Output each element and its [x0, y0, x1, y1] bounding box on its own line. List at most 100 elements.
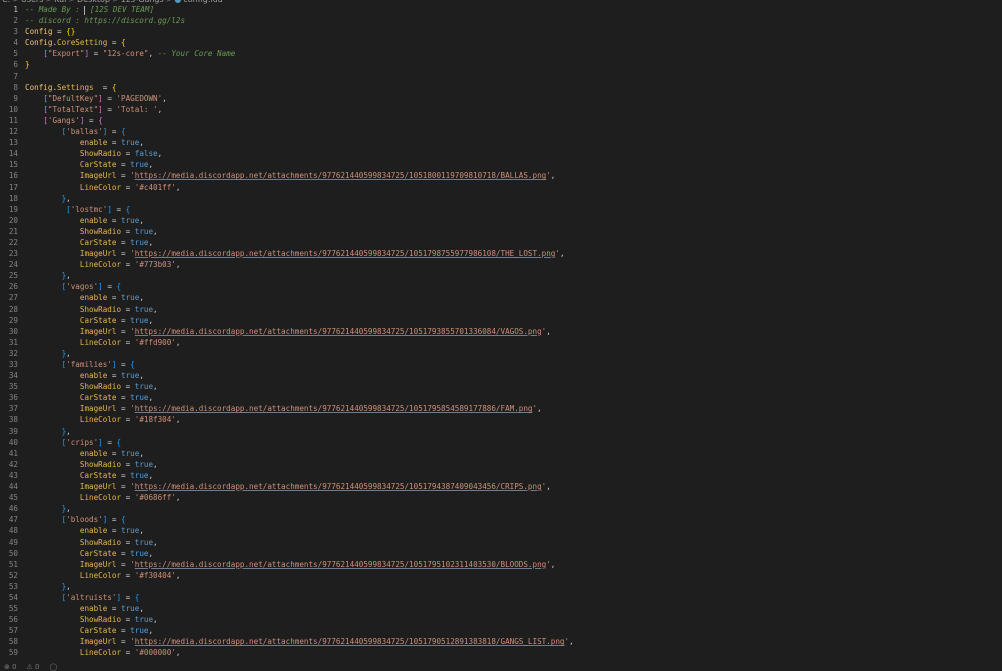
- code-token: 'ballas': [66, 127, 103, 137]
- code-token[interactable]: https://media.discordapp.net/attachments…: [135, 637, 565, 646]
- code-line[interactable]: 59 LineColor = '#000000',: [0, 647, 1002, 658]
- code-line[interactable]: 51 ImageUrl = 'https://media.discordapp.…: [0, 559, 1002, 570]
- line-text: ['lostmc'] = {: [25, 204, 130, 215]
- code-line[interactable]: 41 enable = true,: [0, 448, 1002, 459]
- code-line[interactable]: 8 Config.Settings = {: [0, 82, 1002, 93]
- line-text: -- Made By : [12S DEV TEAM]: [25, 4, 154, 15]
- code-line[interactable]: 58 ImageUrl = 'https://media.discordapp.…: [0, 636, 1002, 647]
- line-text: enable = true,: [25, 292, 144, 303]
- code-line[interactable]: 17 LineColor = '#c401ff',: [0, 182, 1002, 193]
- code-token: ImageUrl: [79, 326, 117, 336]
- code-line[interactable]: 24 LineColor = '#773b03',: [0, 259, 1002, 270]
- warning-icon[interactable]: ⚠ 0: [27, 663, 40, 671]
- code-line[interactable]: 37 ImageUrl = 'https://media.discordapp.…: [0, 403, 1002, 414]
- line-text: ["TotalText"] = 'Total: ',: [25, 104, 162, 115]
- code-token: true: [134, 226, 154, 236]
- error-icon[interactable]: ⊗ 0: [4, 663, 17, 671]
- code-line[interactable]: 42 ShowRadio = true,: [0, 459, 1002, 470]
- code-area[interactable]: 1 -- Made By : [12S DEV TEAM] 2 -- discord …: [0, 4, 1002, 659]
- code-token: ,: [139, 526, 144, 536]
- code-line[interactable]: 56 ShowRadio = true,: [0, 614, 1002, 625]
- code-line[interactable]: 40 ['crips'] = {: [0, 437, 1002, 448]
- code-line[interactable]: 30 ImageUrl = 'https://media.discordapp.…: [0, 326, 1002, 337]
- code-editor[interactable]: C:>Users>Kai>Desktop>12s-Gangs>●config.l…: [0, 0, 1002, 671]
- code-line[interactable]: 33 ['families'] = {: [0, 359, 1002, 370]
- code-token: enable: [79, 215, 108, 225]
- code-line[interactable]: 1 -- Made By : [12S DEV TEAM]: [0, 4, 1002, 15]
- code-line[interactable]: 2 -- discord : https://discord.gg/l2s: [0, 15, 1002, 26]
- code-line[interactable]: 46 },: [0, 503, 1002, 514]
- line-text: ImageUrl = 'https://media.discordapp.net…: [25, 481, 551, 492]
- code-line[interactable]: 45 LineColor = '#0686ff',: [0, 492, 1002, 503]
- line-number: 21: [8, 226, 18, 236]
- code-line[interactable]: 55 enable = true,: [0, 603, 1002, 614]
- code-line[interactable]: 28 ShowRadio = true,: [0, 304, 1002, 315]
- code-token: Config: [25, 38, 53, 48]
- code-line[interactable]: 44 ImageUrl = 'https://media.discordapp.…: [0, 481, 1002, 492]
- code-line[interactable]: 6}: [0, 59, 1002, 70]
- code-line[interactable]: 49 ShowRadio = true,: [0, 537, 1002, 548]
- code-line[interactable]: 47 ['bloods'] = {: [0, 514, 1002, 525]
- code-line[interactable]: 38 LineColor = '#18f304',: [0, 414, 1002, 425]
- code-line[interactable]: 22 CarState = true,: [0, 237, 1002, 248]
- code-line[interactable]: 35 ShowRadio = true,: [0, 381, 1002, 392]
- code-line[interactable]: 32 },: [0, 348, 1002, 359]
- code-line[interactable]: 21 ShowRadio = true,: [0, 226, 1002, 237]
- code-line[interactable]: 31 LineColor = '#ffd900',: [0, 337, 1002, 348]
- code-token[interactable]: https://media.discordapp.net/attachments…: [135, 404, 533, 413]
- code-line[interactable]: 25 },: [0, 270, 1002, 281]
- code-token: 'PAGEDOWN': [116, 93, 163, 103]
- line-number: 52: [8, 570, 18, 580]
- code-line[interactable]: 43 CarState = true,: [0, 470, 1002, 481]
- code-token[interactable]: https://media.discordapp.net/attachments…: [135, 327, 542, 336]
- code-token[interactable]: https://media.discordapp.net/attachments…: [135, 171, 546, 180]
- code-line[interactable]: 50 CarState = true,: [0, 548, 1002, 559]
- code-line[interactable]: 29 CarState = true,: [0, 315, 1002, 326]
- line-number: 40: [8, 437, 18, 447]
- code-line[interactable]: 9 ["DefultKey"] = 'PAGEDOWN',: [0, 93, 1002, 104]
- line-text: ["DefultKey"] = 'PAGEDOWN',: [25, 93, 166, 104]
- code-token: =: [116, 626, 131, 636]
- code-line[interactable]: 23 ImageUrl = 'https://media.discordapp.…: [0, 248, 1002, 259]
- code-line[interactable]: 52 LineColor = '#f30404',: [0, 570, 1002, 581]
- code-line[interactable]: 20 enable = true,: [0, 215, 1002, 226]
- code-line[interactable]: 34 enable = true,: [0, 370, 1002, 381]
- code-line[interactable]: 3 Config = {}: [0, 26, 1002, 37]
- code-line[interactable]: 4 Config.CoreSetting = {: [0, 37, 1002, 48]
- code-line[interactable]: 12 ['ballas'] = {: [0, 126, 1002, 137]
- code-line[interactable]: 15 CarState = true,: [0, 159, 1002, 170]
- code-line[interactable]: 19 ['lostmc'] = {: [0, 204, 1002, 215]
- code-token: ,: [148, 315, 154, 325]
- remote-icon[interactable]: ◯: [50, 663, 58, 671]
- code-token[interactable]: https://media.discordapp.net/attachments…: [135, 560, 546, 569]
- status-bar: ⊗ 0 ⚠ 0 ◯: [0, 663, 1002, 671]
- code-line[interactable]: 18 },: [0, 193, 1002, 204]
- code-line[interactable]: 5 ["Export"] = "12s-core", -- Your Core …: [0, 48, 1002, 59]
- code-token: =: [116, 393, 131, 403]
- code-line[interactable]: 14 ShowRadio = false,: [0, 148, 1002, 159]
- line-text: ShowRadio = true,: [25, 459, 158, 470]
- code-line[interactable]: 13 enable = true,: [0, 137, 1002, 148]
- code-line[interactable]: 27 enable = true,: [0, 292, 1002, 303]
- code-line[interactable]: 16 ImageUrl = 'https://media.discordapp.…: [0, 170, 1002, 181]
- line-text: enable = true,: [25, 448, 144, 459]
- code-token: LineColor: [79, 415, 122, 425]
- line-text: ImageUrl = 'https://media.discordapp.net…: [25, 636, 574, 647]
- code-line[interactable]: 54 ['altruists'] = {: [0, 592, 1002, 603]
- code-token[interactable]: https://media.discordapp.net/attachments…: [135, 482, 542, 491]
- code-line[interactable]: 10 ["TotalText"] = 'Total: ',: [0, 104, 1002, 115]
- line-text: Config.CoreSetting = {: [25, 37, 126, 48]
- code-line[interactable]: 48 enable = true,: [0, 525, 1002, 536]
- code-line[interactable]: 57 CarState = true,: [0, 625, 1002, 636]
- code-line[interactable]: 26 ['vagos'] = {: [0, 281, 1002, 292]
- code-line[interactable]: 53 },: [0, 581, 1002, 592]
- code-line[interactable]: 11 ['Gangs'] = {: [0, 115, 1002, 126]
- code-line[interactable]: 36 CarState = true,: [0, 392, 1002, 403]
- code-line[interactable]: 7: [0, 71, 1002, 82]
- code-token[interactable]: https://media.discordapp.net/attachments…: [135, 249, 556, 258]
- line-text: CarState = true,: [25, 237, 153, 248]
- code-line[interactable]: 39 },: [0, 426, 1002, 437]
